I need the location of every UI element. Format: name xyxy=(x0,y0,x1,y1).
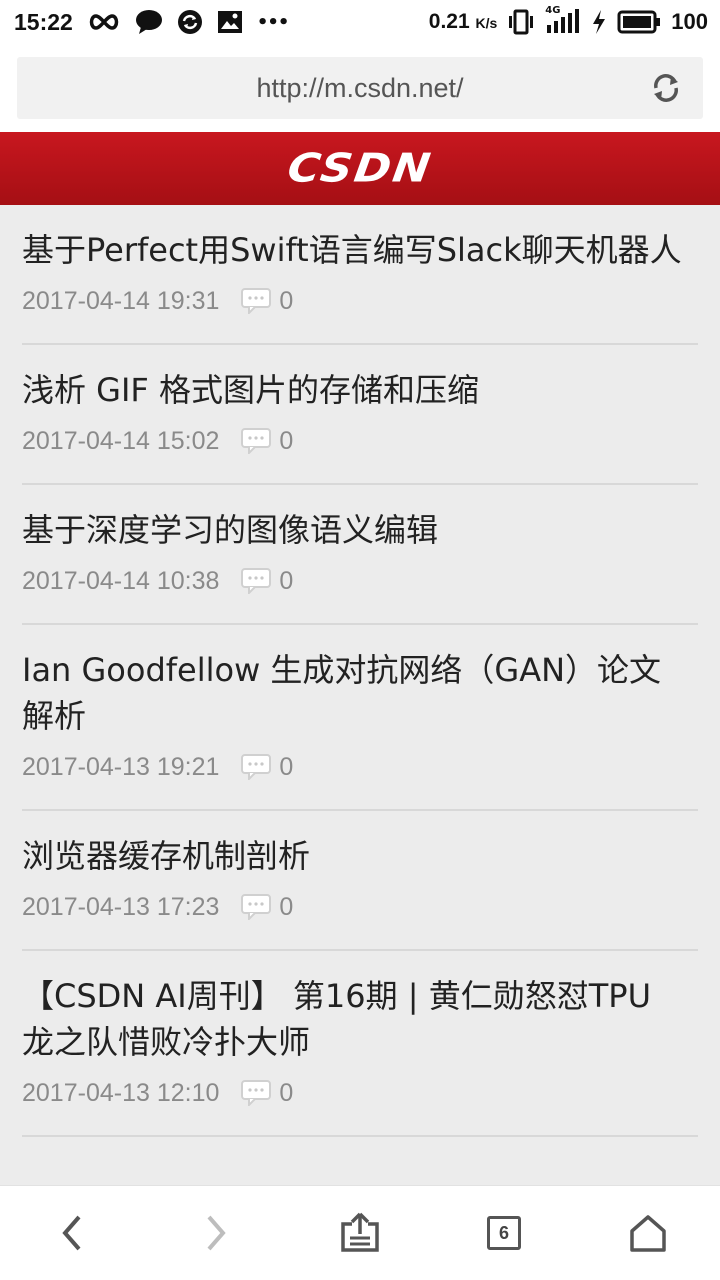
infinity-icon xyxy=(87,12,121,32)
vibrate-icon xyxy=(507,9,535,35)
image-notification-icon xyxy=(217,10,243,34)
bottom-nav: 6 xyxy=(0,1185,720,1280)
comment-icon xyxy=(241,754,272,780)
article-date: 2017-04-14 15:02 xyxy=(22,426,220,455)
comment-count: 0 xyxy=(279,286,294,315)
share-icon xyxy=(341,1212,379,1252)
article-meta: 2017-04-13 19:21 0 xyxy=(22,747,698,787)
article-title[interactable]: Ian Goodfellow 生成对抗网络（GAN）论文解析 xyxy=(22,647,698,739)
back-icon xyxy=(62,1215,81,1251)
share-button[interactable] xyxy=(288,1186,432,1280)
forward-icon xyxy=(207,1215,226,1251)
article-title[interactable]: 基于深度学习的图像语义编辑 xyxy=(22,507,698,553)
article-meta: 2017-04-14 10:38 0 xyxy=(22,561,698,601)
list-item[interactable]: 基于Perfect用Swift语言编写Slack聊天机器人 2017-04-14… xyxy=(22,205,698,345)
comment-count: 0 xyxy=(279,892,294,921)
list-item[interactable]: Ian Goodfellow 生成对抗网络（GAN）论文解析 2017-04-1… xyxy=(22,625,698,811)
comment-count: 0 xyxy=(279,426,294,455)
article-date: 2017-04-14 10:38 xyxy=(22,566,220,595)
charging-icon xyxy=(591,10,607,34)
status-bar: 15:22 ••• 0.21 K/s 4G 100 xyxy=(0,0,720,44)
status-time: 15:22 xyxy=(14,8,73,35)
comment-count: 0 xyxy=(279,752,294,781)
network-speed: 0.21 K/s xyxy=(429,10,498,34)
address-bar[interactable]: http://m.csdn.net/ xyxy=(17,57,703,119)
list-item[interactable]: 浏览器缓存机制剖析 2017-04-13 17:23 0 xyxy=(22,811,698,951)
chat-bubble-icon xyxy=(135,9,163,35)
article-date: 2017-04-13 19:21 xyxy=(22,752,220,781)
tab-count: 6 xyxy=(498,1222,509,1243)
article-meta: 2017-04-14 19:31 0 xyxy=(22,281,698,321)
tabs-icon: 6 xyxy=(487,1216,521,1250)
more-notifications-icon: ••• xyxy=(256,11,290,33)
signal-4g-icon: 4G xyxy=(545,5,581,35)
comment-icon xyxy=(241,894,272,920)
comment-count: 0 xyxy=(279,566,294,595)
sync-icon xyxy=(177,9,203,35)
article-date: 2017-04-13 17:23 xyxy=(22,892,220,921)
article-title[interactable]: 【CSDN AI周刊】 第16期 | 黄仁勋怒怼TPU 龙之队惜败冷扑大师 xyxy=(22,973,698,1065)
comment-icon xyxy=(241,288,272,314)
article-title[interactable]: 浅析 GIF 格式图片的存储和压缩 xyxy=(22,367,698,413)
refresh-button[interactable] xyxy=(649,71,683,105)
home-button[interactable] xyxy=(576,1186,720,1280)
list-item[interactable]: 【CSDN AI周刊】 第16期 | 黄仁勋怒怼TPU 龙之队惜败冷扑大师 20… xyxy=(22,951,698,1137)
browser-toolbar: http://m.csdn.net/ xyxy=(0,44,720,132)
comment-icon xyxy=(241,428,272,454)
refresh-icon xyxy=(654,74,678,102)
article-date: 2017-04-13 12:10 xyxy=(22,1078,220,1107)
article-meta: 2017-04-13 12:10 0 xyxy=(22,1073,698,1113)
comment-count: 0 xyxy=(279,1078,294,1107)
article-title[interactable]: 浏览器缓存机制剖析 xyxy=(22,833,698,879)
list-item[interactable]: 基于深度学习的图像语义编辑 2017-04-14 10:38 0 xyxy=(22,485,698,625)
tabs-button[interactable]: 6 xyxy=(432,1186,576,1280)
url-text[interactable]: http://m.csdn.net/ xyxy=(17,57,703,119)
battery-icon xyxy=(617,10,661,34)
network-type-label: 4G xyxy=(545,5,561,16)
forward-button[interactable] xyxy=(144,1186,288,1280)
battery-level: 100 xyxy=(671,9,708,34)
comment-icon xyxy=(241,568,272,594)
home-icon xyxy=(630,1215,666,1252)
back-button[interactable] xyxy=(0,1186,144,1280)
article-date: 2017-04-14 19:31 xyxy=(22,286,220,315)
list-item[interactable]: 浅析 GIF 格式图片的存储和压缩 2017-04-14 15:02 0 xyxy=(22,345,698,485)
network-speed-value: 0.21 xyxy=(428,10,470,33)
site-header: CSDN xyxy=(0,132,720,205)
article-title[interactable]: 基于Perfect用Swift语言编写Slack聊天机器人 xyxy=(22,227,698,273)
article-meta: 2017-04-14 15:02 0 xyxy=(22,421,698,461)
article-meta: 2017-04-13 17:23 0 xyxy=(22,887,698,927)
network-speed-unit: K/s xyxy=(475,15,498,31)
article-list: 基于Perfect用Swift语言编写Slack聊天机器人 2017-04-14… xyxy=(0,205,720,1185)
comment-icon xyxy=(241,1080,272,1106)
csdn-logo[interactable]: CSDN xyxy=(285,146,435,192)
